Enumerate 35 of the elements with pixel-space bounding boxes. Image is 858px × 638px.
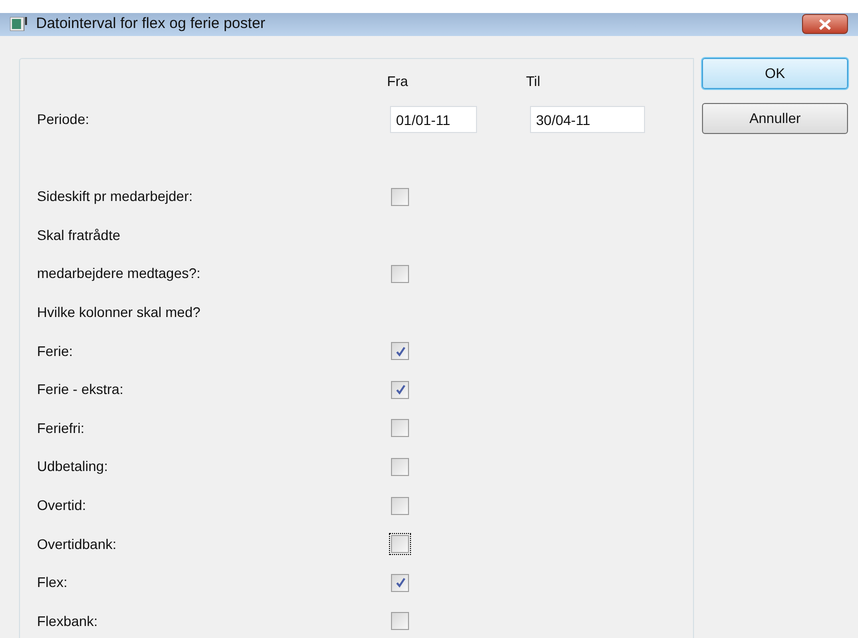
close-button[interactable] — [802, 14, 848, 34]
checkmark-icon — [394, 577, 406, 588]
option-label: Overtid: — [37, 496, 88, 516]
option-label: Sideskift pr medarbejder: — [37, 187, 194, 206]
option-label: Overtidbank: — [37, 534, 118, 554]
option-label: medarbejdere medtages?: — [37, 264, 202, 284]
option-label: Flex: — [37, 573, 68, 592]
column-header: Til — [526, 72, 540, 91]
option-label: Feriefri: — [37, 418, 86, 438]
option-label: Flexbank: — [37, 612, 99, 631]
dialog-button[interactable]: Annuller — [702, 102, 848, 134]
to-date-field[interactable]: 30/04-11 — [530, 106, 645, 133]
checkbox[interactable] — [391, 264, 409, 283]
checkbox[interactable] — [391, 458, 409, 476]
section-label: Skal fratrådte — [37, 226, 120, 245]
option-label: Ferie - ekstra: — [37, 380, 124, 400]
checkbox[interactable] — [391, 419, 409, 438]
checkbox[interactable] — [391, 342, 409, 360]
option-label: Udbetaling: — [37, 457, 109, 476]
close-icon — [818, 18, 832, 30]
section-label: Hvilke kolonner skal med? — [37, 303, 200, 322]
checkbox[interactable] — [391, 574, 409, 592]
column-header: Fra — [387, 72, 409, 91]
checkmark-icon — [394, 346, 406, 357]
window-title: Datointerval for flex og ferie poster — [36, 14, 266, 34]
checkbox[interactable] — [391, 380, 409, 399]
checkbox[interactable] — [391, 496, 409, 515]
checkbox[interactable] — [391, 612, 409, 630]
dialog-button[interactable]: OK — [702, 58, 848, 88]
from-date-field[interactable]: 01/01-11 — [390, 106, 477, 133]
checkmark-icon — [394, 384, 406, 396]
field-label: Periode: — [37, 110, 90, 129]
window-icon — [10, 17, 28, 32]
checkbox[interactable] — [391, 188, 409, 206]
option-label: Ferie: — [37, 342, 74, 361]
